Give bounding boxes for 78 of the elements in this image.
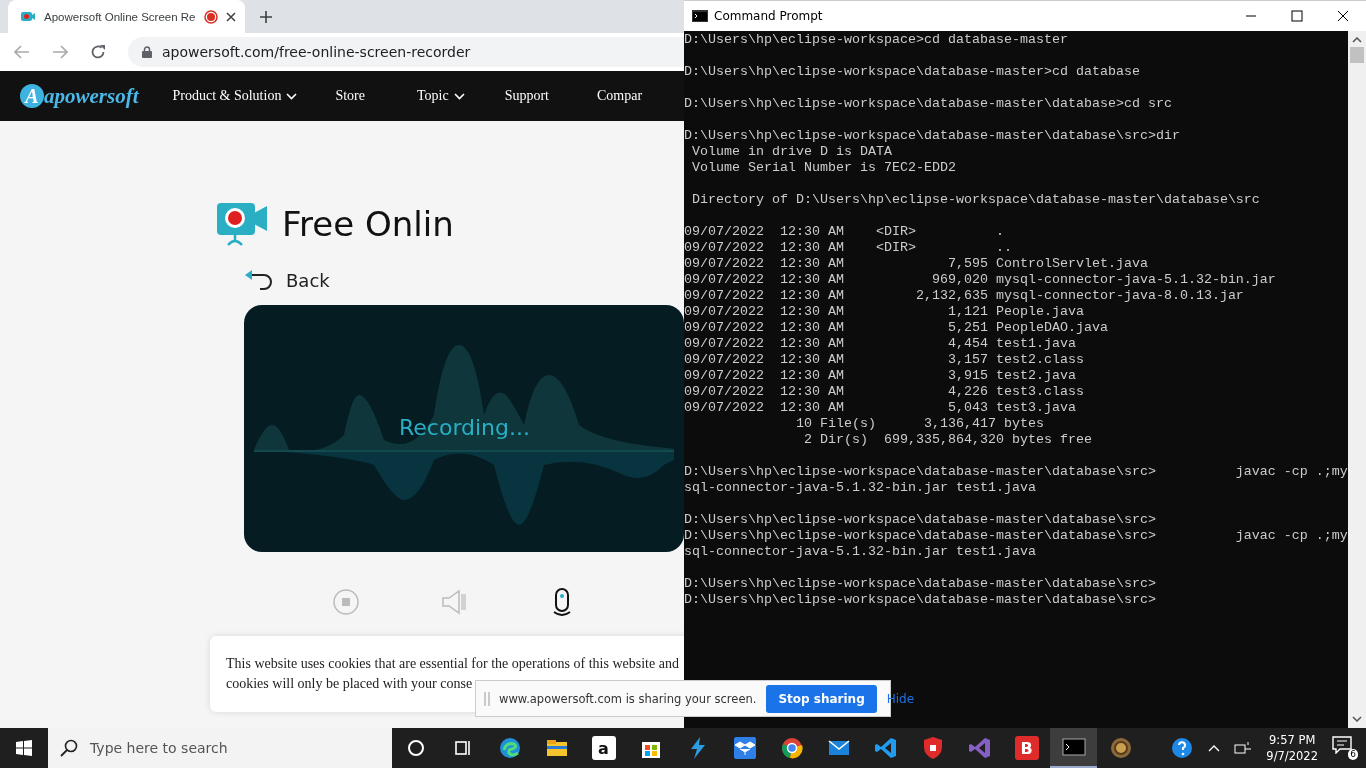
vscode-icon: [873, 736, 898, 760]
tab-title: Apowersoft Online Screen Re: [44, 10, 196, 23]
cookie-text: cookies will only be placed with your conse: [226, 675, 474, 693]
nav-link[interactable]: Topic: [416, 88, 465, 104]
console-line: D:\Users\hp\eclipse-workspace>cd database-master: [684, 32, 1069, 48]
console-line: 09/07/2022 12:30 AM 3,157 test2.class: [684, 352, 1085, 368]
lock-icon: [142, 46, 152, 58]
console-line: 09/07/2022 12:30 AM 5,251 PeopleDAO.java: [684, 320, 1109, 336]
taskbar-app[interactable]: [1050, 728, 1097, 768]
console-line: D:\Users\hp\eclipse-workspace\database-master\database>cd src: [684, 96, 1173, 112]
stop-sharing-button[interactable]: Stop sharing: [766, 684, 877, 713]
scrollbar[interactable]: [1348, 31, 1366, 728]
close-icon[interactable]: [225, 11, 236, 22]
dropbox-icon: [732, 736, 757, 760]
console-line: sql-connector-java-5.1.32-bin.jar test1.java: [684, 544, 1037, 560]
browser-tab[interactable]: Apowersoft Online Screen Re: [8, 0, 245, 33]
new-tab-icon[interactable]: [259, 9, 273, 24]
search-field[interactable]: Type here to search: [48, 728, 392, 768]
console-line: D:\Users\hp\eclipse-workspace\database-master\database\src>: [684, 512, 1157, 528]
vstudio-icon: [967, 736, 992, 760]
scroll-up-icon[interactable]: [1352, 37, 1362, 43]
console-line: Directory of D:\Users\hp\eclipse-workspace\database-master\database\src: [691, 192, 1261, 208]
scroll-down-icon[interactable]: [1352, 716, 1362, 722]
scroll-thumb[interactable]: [1350, 47, 1364, 63]
console-line: D:\Users\hp\eclipse-workspace\database-master\database\src>: [684, 576, 1157, 592]
console-line: 09/07/2022 12:30 AM 3,915 test2.java: [684, 368, 1077, 384]
console-line: 09/07/2022 12:30 AM <DIR> ..: [684, 240, 1013, 256]
console-line: D:\Users\hp\eclipse-workspace\database-master\database\src>dir: [684, 128, 1181, 144]
close-icon[interactable]: [1337, 10, 1349, 22]
drag-handle-icon[interactable]: [484, 691, 490, 706]
console-line: 2 Dir(s) 699,335,864,320 bytes free: [802, 432, 1093, 448]
clock[interactable]: 9:57 PM 9/7/2022: [1266, 732, 1318, 764]
chrome-icon: [779, 736, 804, 760]
taskbar-app[interactable]: a: [580, 728, 627, 768]
recording-status: Recording...: [399, 415, 529, 440]
console-line: Volume Serial Number is 7EC2-EDD2: [691, 160, 957, 176]
cookie-text: This website uses cookies that are essential for the operations of this website and: [226, 655, 680, 673]
console-line: 09/07/2022 12:30 AM 5,043 test3.java: [684, 400, 1077, 416]
console-line: 09/07/2022 12:30 AM 4,454 test1.java: [684, 336, 1077, 352]
game-icon: [1108, 736, 1133, 760]
nav-link[interactable]: Support: [504, 88, 549, 104]
console-line: Volume in drive D is DATA: [691, 144, 893, 160]
reload-icon[interactable]: [90, 44, 106, 60]
address-bar[interactable]: apowersoft.com/free-online-screen-recorder: [128, 37, 684, 67]
console-line: D:\Users\hp\eclipse-workspace\database-master\database\src> javac -cp .;my: [684, 528, 1348, 544]
console-line: D:\Users\hp\eclipse-workspace\database-master\database\src> javac -cp .;my: [684, 464, 1348, 480]
window-title: Command Prompt: [714, 9, 824, 23]
camera-logo-icon: [216, 201, 268, 247]
maximize-icon[interactable]: [1291, 10, 1303, 22]
nav-link[interactable]: Compar: [597, 88, 643, 104]
page-heading: Free Onlin: [282, 204, 454, 244]
windows-logo-icon: [16, 740, 32, 756]
console-line: D:\Users\hp\eclipse-workspace\database-master>cd database: [684, 64, 1141, 80]
console-line: D:\Users\hp\eclipse-workspace\database-master\database\src>: [684, 592, 1157, 608]
console-line: 09/07/2022 12:30 AM 4,226 test3.class: [684, 384, 1085, 400]
console-line: 09/07/2022 12:30 AM 7,595 ControlServlet.java: [684, 256, 1149, 272]
notification-button[interactable]: 6: [1332, 736, 1358, 760]
edge-icon: [497, 736, 522, 760]
return-arrow-icon: [244, 269, 274, 291]
console-line: 09/07/2022 12:30 AM 1,121 People.java: [684, 304, 1085, 320]
logo-text[interactable]: apowersoft: [44, 83, 139, 109]
network-icon[interactable]: [1234, 741, 1253, 755]
console-line: sql-connector-java-5.1.32-bin.jar test1.java: [684, 480, 1037, 496]
console-line: 10 File(s) 3,136,417 bytes: [794, 416, 1045, 432]
taskbar-app[interactable]: B: [1003, 728, 1050, 768]
terminal-icon: [1061, 735, 1086, 759]
message-icon: [1332, 736, 1352, 754]
help-icon[interactable]: [1170, 736, 1195, 760]
share-message: www.apowersoft.com is sharing your screen.: [499, 691, 757, 706]
console-line: 09/07/2022 12:30 AM 2,132,635 mysql-connector-java-8.0.13.jar: [684, 288, 1245, 304]
nav-link[interactable]: Store: [335, 88, 365, 104]
console-line: 09/07/2022 12:30 AM <DIR> .: [684, 224, 1005, 240]
back-button[interactable]: Back: [244, 269, 330, 291]
search-icon: [60, 739, 78, 757]
nav-link[interactable]: Product & Solution: [172, 88, 298, 104]
console-line: 09/07/2022 12:30 AM 969,020 mysql-connector-java-5.1.32-bin.jar: [684, 272, 1277, 288]
terminal-icon: [692, 10, 708, 22]
chevron-up-icon[interactable]: [1208, 744, 1221, 752]
